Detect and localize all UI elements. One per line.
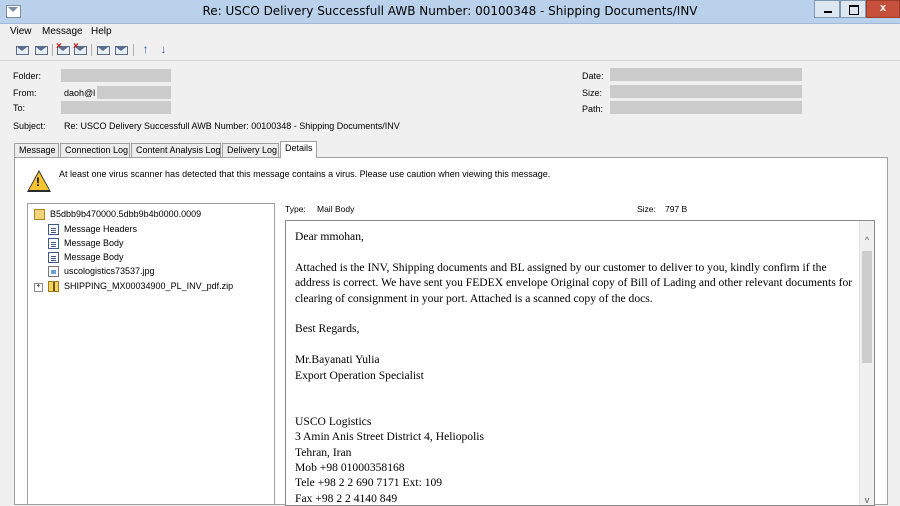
- document-icon: [48, 224, 59, 235]
- date-label: Date:: [582, 71, 604, 81]
- from-value-redacted: [97, 86, 171, 99]
- tab-connection-log[interactable]: Connection Log: [60, 143, 130, 157]
- maximize-button[interactable]: [840, 0, 866, 18]
- toolbar-separator: [52, 44, 53, 56]
- title-bar: Re: USCO Delivery Successfull AWB Number…: [0, 0, 900, 24]
- window-title: Re: USCO Delivery Successfull AWB Number…: [202, 4, 698, 18]
- from-value: daoh@l: [64, 88, 96, 98]
- tree-node-label: Message Body: [64, 238, 124, 248]
- subject-value: Re: USCO Delivery Successfull AWB Number…: [64, 121, 400, 131]
- path-value-redacted: [610, 101, 802, 114]
- body-sender-title: Export Operation Specialist: [295, 368, 424, 382]
- envelope-icon[interactable]: [15, 43, 30, 56]
- to-value-redacted: [61, 101, 171, 114]
- envelope-reply-icon[interactable]: [34, 43, 49, 56]
- vertical-scrollbar[interactable]: ^ v: [859, 221, 874, 505]
- body-sender-name: Mr.Bayanati Yulia: [295, 353, 380, 367]
- resend-envelope-icon[interactable]: [114, 43, 129, 56]
- arrow-up-icon[interactable]: ↑: [138, 43, 153, 56]
- path-label: Path:: [582, 104, 604, 114]
- delete-all-envelope-icon[interactable]: ×: [73, 42, 88, 56]
- tab-content-analysis-log[interactable]: Content Analysis Log: [131, 143, 221, 157]
- scroll-up-icon[interactable]: ^: [860, 233, 874, 247]
- zip-icon: [48, 281, 59, 292]
- arrow-down-icon[interactable]: ↓: [156, 43, 171, 56]
- folder-value-redacted: [61, 69, 171, 82]
- date-value-redacted: [610, 68, 802, 81]
- body-paragraph: Attached is the INV, Shipping documents …: [295, 260, 853, 305]
- tab-delivery-log[interactable]: Delivery Log: [222, 143, 279, 157]
- tree-root-label: B5dbb9b470000.5dbb9b4b0000.0009: [50, 209, 202, 219]
- folder-label: Folder:: [13, 71, 42, 81]
- to-label: To:: [13, 103, 26, 113]
- document-icon: [48, 252, 59, 263]
- forward-envelope-icon[interactable]: [96, 43, 111, 56]
- from-label: From:: [13, 88, 37, 98]
- tree-node-label: Message Body: [64, 252, 124, 262]
- subject-label: Subject:: [13, 121, 46, 131]
- size-detail-value: 797 B: [665, 204, 688, 214]
- menu-help[interactable]: Help: [91, 26, 112, 37]
- size-label: Size:: [582, 88, 603, 98]
- minimize-button[interactable]: [814, 0, 840, 18]
- warning-icon: [27, 170, 51, 192]
- body-greeting: Dear mmohan,: [295, 230, 364, 243]
- menu-view[interactable]: View: [10, 26, 32, 37]
- message-body-text: Dear mmohan, Attached is the INV, Shippi…: [295, 229, 855, 505]
- tab-message[interactable]: Message: [14, 143, 59, 157]
- close-button[interactable]: x: [866, 0, 900, 18]
- toolbar-separator: [133, 44, 134, 56]
- type-value: Mail Body: [317, 204, 355, 214]
- type-label: Type:: [285, 204, 306, 214]
- toolbar: × × ↑ ↓: [0, 40, 900, 61]
- menu-message[interactable]: Message: [42, 26, 83, 37]
- menu-bar: View Message Help: [0, 24, 900, 39]
- mail-icon: [34, 209, 45, 220]
- body-address-2: Tehran, Iran: [295, 445, 352, 459]
- body-address-1: 3 Amin Anis Street District 4, Heliopoli…: [295, 430, 485, 444]
- body-mob: Mob +98 01000358168: [295, 461, 405, 475]
- virus-warning-text: At least one virus scanner has detected …: [59, 169, 551, 179]
- scroll-thumb[interactable]: [862, 251, 872, 363]
- expand-icon[interactable]: +: [34, 283, 43, 292]
- delete-envelope-icon[interactable]: ×: [56, 42, 71, 56]
- details-panel: At least one virus scanner has detected …: [14, 157, 888, 506]
- body-fax: Fax +98 2 2 4140 849: [295, 491, 398, 505]
- size-detail-label: Size:: [637, 204, 656, 214]
- image-icon: [48, 266, 59, 277]
- body-tele: Tele +98 2 2 690 7171 Ext: 109: [295, 476, 443, 490]
- toolbar-separator: [91, 44, 92, 56]
- tree-node-label: SHIPPING_MX00034900_PL_INV_pdf.zip: [64, 281, 234, 291]
- body-closing: Best Regards,: [295, 322, 360, 336]
- scroll-down-icon[interactable]: v: [860, 493, 874, 505]
- document-icon: [48, 238, 59, 249]
- mime-tree[interactable]: B5dbb9b470000.5dbb9b4b0000.0009 Message …: [27, 203, 275, 505]
- body-company: USCO Logistics: [295, 414, 372, 428]
- message-body-viewer[interactable]: Dear mmohan, Attached is the INV, Shippi…: [285, 220, 875, 506]
- size-value-redacted: [610, 85, 802, 98]
- tree-node-label: uscologistics73537.jpg: [64, 266, 155, 276]
- tree-node-label: Message Headers: [64, 224, 138, 234]
- tab-details[interactable]: Details: [280, 141, 317, 158]
